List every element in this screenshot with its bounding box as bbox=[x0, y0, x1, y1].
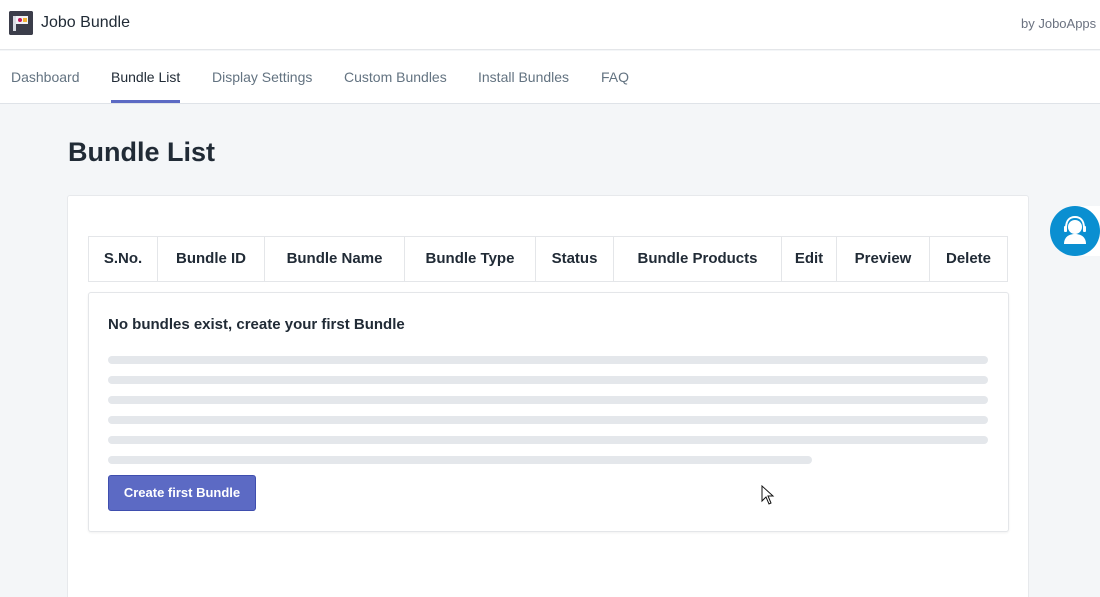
skeleton-line bbox=[108, 456, 812, 464]
nav-tabs: Dashboard Bundle List Display Settings C… bbox=[0, 51, 1100, 104]
tab-faq[interactable]: FAQ bbox=[601, 69, 629, 85]
column-header-preview: Preview bbox=[837, 237, 930, 281]
column-header-bundle-products: Bundle Products bbox=[614, 237, 782, 281]
table-header: S.No. Bundle ID Bundle Name Bundle Type … bbox=[88, 236, 1008, 282]
app-title: Jobo Bundle bbox=[41, 14, 130, 31]
active-tab-indicator bbox=[111, 100, 180, 103]
skeleton-line bbox=[108, 416, 988, 424]
column-header-bundle-id: Bundle ID bbox=[158, 237, 265, 281]
empty-state-message: No bundles exist, create your first Bund… bbox=[108, 316, 405, 333]
skeleton-line bbox=[108, 396, 988, 404]
column-header-status: Status bbox=[536, 237, 614, 281]
support-agent-icon bbox=[1050, 206, 1100, 256]
column-header-delete: Delete bbox=[945, 250, 992, 267]
column-header-bundle-name: Bundle Name bbox=[265, 237, 405, 281]
skeleton-line bbox=[108, 376, 988, 384]
create-first-bundle-button[interactable]: Create first Bundle bbox=[108, 475, 256, 511]
mouse-cursor-icon bbox=[761, 485, 775, 505]
skeleton-line bbox=[108, 436, 988, 444]
tab-display-settings[interactable]: Display Settings bbox=[212, 69, 312, 85]
top-bar: Jobo Bundle by JoboApps bbox=[0, 0, 1100, 50]
tab-custom-bundles[interactable]: Custom Bundles bbox=[344, 69, 447, 85]
column-header-edit: Edit bbox=[782, 237, 837, 281]
vendor-credit: by JoboApps bbox=[1021, 16, 1097, 31]
page-title: Bundle List bbox=[68, 137, 215, 167]
tab-bundle-list[interactable]: Bundle List bbox=[111, 69, 180, 85]
tab-install-bundles[interactable]: Install Bundles bbox=[478, 69, 569, 85]
app-logo-icon bbox=[9, 11, 33, 35]
column-header-sno: S.No. bbox=[89, 237, 158, 281]
tab-dashboard[interactable]: Dashboard bbox=[11, 69, 80, 85]
support-chat-button[interactable] bbox=[1050, 206, 1100, 256]
column-header-bundle-type: Bundle Type bbox=[405, 237, 536, 281]
skeleton-line bbox=[108, 356, 988, 364]
